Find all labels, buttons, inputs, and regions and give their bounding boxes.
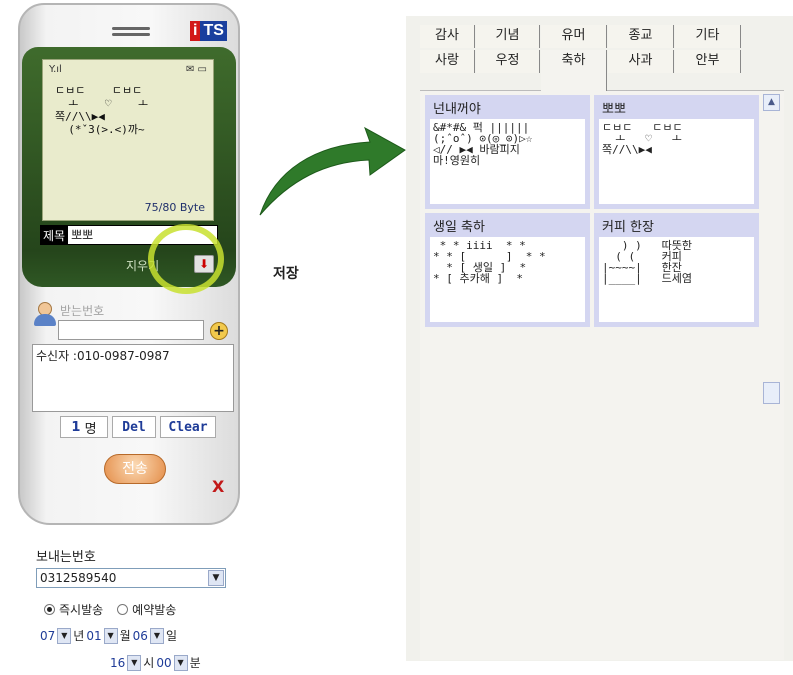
- month-dropdown-icon[interactable]: ▼: [103, 627, 118, 644]
- save-highlight-circle: [148, 224, 224, 294]
- arrow-icon: [259, 126, 406, 216]
- minute-unit: 분: [189, 656, 201, 670]
- message-art: ㄷㅂㄷ ㄷㅂㄷ ㅗ ♡ ㅗ 쪽//\\▶◀ (*ˇ3(>.<)까~: [55, 84, 149, 136]
- scroll-up-icon[interactable]: ▲: [763, 94, 780, 111]
- emoticon-card[interactable]: 생일 축하 * * iiii * * * * [ ] * * * [ 생일 ] …: [425, 213, 590, 327]
- minute-value[interactable]: 00: [156, 656, 171, 670]
- close-icon[interactable]: X: [212, 477, 224, 496]
- receiver-label: 받는번호: [60, 304, 105, 318]
- emoticon-card-title: 생일 축하: [433, 220, 485, 235]
- receiver-list[interactable]: 수신자 :010-0987-0987: [32, 344, 234, 412]
- tab-0-0[interactable]: 감사: [420, 25, 475, 48]
- radio-send-reserved-label: 예약발송: [132, 603, 177, 617]
- receiver-count-row: 1 명 Del Clear: [60, 416, 220, 440]
- day-unit: 일: [165, 629, 177, 643]
- tab-0-2[interactable]: 유머: [541, 25, 607, 48]
- minute-dropdown-icon[interactable]: ▼: [173, 654, 188, 671]
- add-receiver-button[interactable]: +: [210, 322, 228, 340]
- tab-0-4[interactable]: 기타: [675, 25, 741, 48]
- battery-icon: ✉ ▭: [185, 64, 207, 75]
- day-value[interactable]: 06: [133, 629, 148, 643]
- delete-button[interactable]: Del: [112, 416, 156, 438]
- radio-send-reserved[interactable]: [117, 604, 129, 615]
- clear-all-button[interactable]: Clear: [160, 416, 216, 438]
- emoticon-card[interactable]: 넌내꺼야 &#*#& 퍽 |||||| (;ˆoˆ) ⊙(◎_⊙)▷☆ ◁// ▶…: [425, 95, 590, 209]
- emoticon-card-body[interactable]: ㄷㅂㄷ ㄷㅂㄷ ㅗ ♡ ㅗ 쪽//\\▶◀: [599, 119, 754, 204]
- sender-number-select[interactable]: 0312589540 ▼: [36, 568, 226, 588]
- year-dropdown-icon[interactable]: ▼: [57, 627, 72, 644]
- send-mode-radios: 즉시발송 예약발송: [44, 601, 176, 618]
- year-unit: 년: [73, 629, 85, 643]
- month-unit: 월: [119, 629, 131, 643]
- byte-counter: 75/80 Byte: [144, 201, 205, 214]
- month-value[interactable]: 01: [86, 629, 101, 643]
- emoticon-card-title: 넌내꺼야: [433, 102, 481, 117]
- send-button[interactable]: 전송: [104, 454, 166, 484]
- year-value[interactable]: 07: [40, 629, 55, 643]
- hour-unit: 시: [143, 656, 155, 670]
- emoticon-card-title: 커피 한장: [602, 220, 654, 235]
- reserve-time-row: 16 ▼ 시 00 ▼ 분: [110, 654, 201, 671]
- save-caption: 저장: [273, 266, 299, 282]
- user-avatar-icon: [34, 302, 56, 328]
- tab-1-4[interactable]: 안부: [675, 50, 741, 73]
- brand-logo: i TS: [190, 19, 227, 43]
- tab-0-1[interactable]: 기념: [476, 25, 540, 48]
- tab-1-3[interactable]: 사과: [608, 50, 674, 73]
- receiver-input[interactable]: [58, 320, 204, 340]
- tab-1-1[interactable]: 우정: [476, 50, 540, 73]
- tab-0-3[interactable]: 종교: [608, 25, 674, 48]
- chevron-down-icon[interactable]: ▼: [208, 570, 224, 586]
- day-dropdown-icon[interactable]: ▼: [149, 627, 164, 644]
- emoticon-card-body[interactable]: ) ) 따뜻한 ( ( 커피 |~~~~| 한잔 |____| 드세염: [599, 237, 754, 322]
- emoticon-card-body[interactable]: &#*#& 퍽 |||||| (;ˆoˆ) ⊙(◎_⊙)▷☆ ◁// ▶◀ 바람…: [430, 119, 585, 204]
- sender-number-label: 보내는번호: [36, 550, 96, 565]
- scroll-thumb[interactable]: [763, 382, 780, 404]
- message-preview-screen: Y.ıl ✉ ▭ ㄷㅂㄷ ㄷㅂㄷ ㅗ ♡ ㅗ 쪽//\\▶◀ (*ˇ3(>.<)…: [42, 59, 214, 221]
- tab-1-0[interactable]: 사랑: [420, 50, 475, 73]
- radio-send-now[interactable]: [44, 604, 55, 615]
- receiver-count: 1 명: [60, 416, 108, 438]
- scrollbar[interactable]: ▲: [763, 94, 780, 654]
- emoticon-card-title: 뽀뽀: [602, 102, 626, 117]
- radio-send-now-label: 즉시발송: [59, 603, 104, 617]
- emoticon-card[interactable]: 커피 한장 ) ) 따뜻한 ( ( 커피 |~~~~| 한잔 |____| 드세…: [594, 213, 759, 327]
- tab-1-2[interactable]: 축하: [541, 50, 607, 91]
- reserve-date-row: 07 ▼ 년 01 ▼ 월 06 ▼ 일: [40, 627, 177, 644]
- subject-label: 제목: [43, 229, 66, 243]
- hour-dropdown-icon[interactable]: ▼: [127, 654, 142, 671]
- emoticon-card[interactable]: 뽀뽀 ㄷㅂㄷ ㄷㅂㄷ ㅗ ♡ ㅗ 쪽//\\▶◀: [594, 95, 759, 209]
- hour-value[interactable]: 16: [110, 656, 125, 670]
- emoticon-card-body[interactable]: * * iiii * * * * [ ] * * * [ 생일 ] * * [ …: [430, 237, 585, 322]
- signal-icon: Y.ıl: [49, 64, 62, 75]
- speaker-grille: [112, 27, 150, 38]
